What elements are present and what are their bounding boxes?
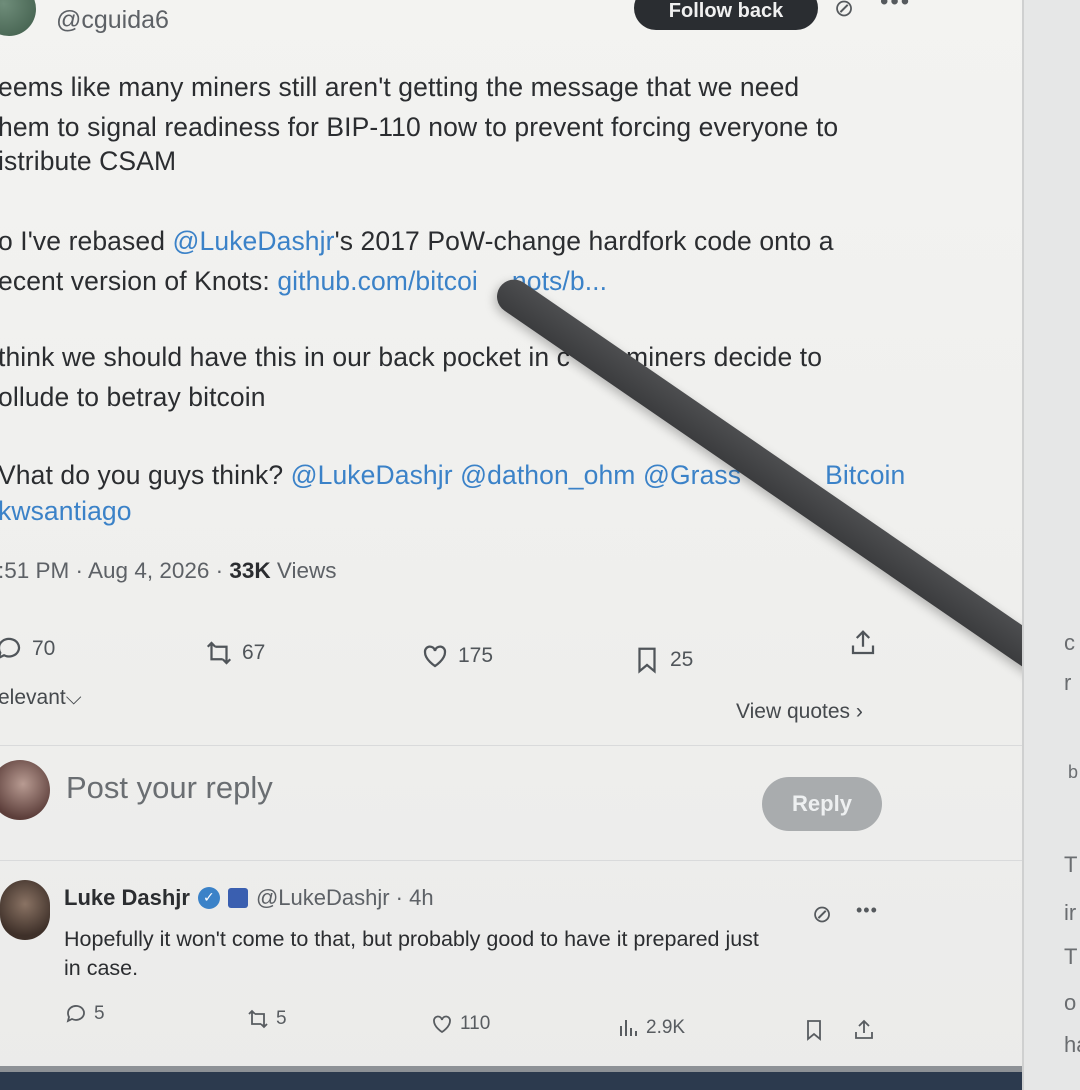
- reply-bookmark-action[interactable]: [802, 1018, 826, 1042]
- reply-author-row: Luke Dashjr @LukeDashjr · 4h: [64, 885, 434, 911]
- mention-link[interactable]: @LukeDashjr: [291, 460, 453, 490]
- bookmark-icon: [638, 647, 656, 674]
- author-handle[interactable]: @cguida6: [56, 6, 169, 35]
- reply-count: 70: [32, 637, 56, 660]
- panel-text: ir: [1064, 900, 1077, 925]
- share-icon: [851, 630, 875, 655]
- mention-link[interactable]: Bitcoin: [825, 460, 905, 490]
- like-action[interactable]: 175: [420, 641, 493, 671]
- reply-views-action[interactable]: 2.9K: [616, 1016, 685, 1040]
- reply-icon: [66, 1005, 85, 1023]
- panel-text: c: [1064, 630, 1075, 655]
- tweet-text: Vhat do you guys think?: [0, 460, 291, 490]
- bottom-bar: [0, 1066, 1062, 1090]
- reply-button[interactable]: Reply: [762, 777, 882, 831]
- heart-icon: [423, 645, 447, 668]
- reply-share-action[interactable]: [852, 1018, 876, 1042]
- panel-text: o: [1064, 990, 1077, 1015]
- current-user-avatar[interactable]: [0, 760, 50, 820]
- chevron-right-icon: ›: [855, 700, 863, 723]
- grok-icon[interactable]: ⊘: [812, 900, 832, 929]
- timestamp-text[interactable]: :51 PM · Aug 4, 2026 ·: [0, 558, 229, 583]
- divider: [0, 860, 1062, 861]
- repost-action[interactable]: 67: [204, 638, 265, 668]
- share-icon: [855, 1019, 873, 1039]
- reply-like-action[interactable]: 110: [430, 1012, 490, 1036]
- reply-author-handle[interactable]: @LukeDashjr · 4h: [256, 885, 434, 911]
- like-count: 175: [458, 644, 494, 667]
- reply-action[interactable]: 70: [0, 634, 55, 664]
- tweet-text: think we should have this in our back po…: [0, 342, 571, 372]
- view-quotes-label: View quotes: [736, 700, 851, 723]
- tweet-text-line: think we should have this in our back po…: [0, 342, 822, 373]
- sort-replies-dropdown[interactable]: elevant⌵: [0, 686, 82, 710]
- views-count: 33K: [229, 558, 271, 583]
- verified-badge-icon: [197, 887, 220, 909]
- tweet-text: 's 2017 PoW-change hardfork code onto a: [334, 226, 834, 256]
- view-quotes-link[interactable]: View quotes ›: [736, 700, 863, 724]
- github-link[interactable]: github.com/bitcoi: [277, 266, 478, 296]
- tweet-text-line: hem to signal readiness for BIP-110 now …: [0, 112, 839, 142]
- bookmark-count: 25: [670, 648, 694, 671]
- more-horizontal-icon[interactable]: •••: [880, 0, 911, 16]
- panel-text: T: [1064, 944, 1078, 969]
- tweet-detail-screen: @cguida6 Follow back ⊘ ••• eems like man…: [0, 0, 1062, 1090]
- tweet-text-line: istribute CSAM: [0, 146, 177, 176]
- adjacent-panel: c r b T ir T o ha: [1022, 0, 1080, 1090]
- reply-text-line: Hopefully it won't come to that, but pro…: [64, 927, 759, 951]
- like-count: 110: [460, 1013, 491, 1034]
- divider: [0, 745, 1062, 746]
- mention-link[interactable]: @dathon_ohm: [460, 460, 635, 490]
- reply-repost-action[interactable]: 5: [246, 1007, 287, 1031]
- mention-link[interactable]: @LukeDashjr: [173, 226, 335, 256]
- repost-count: 5: [276, 1008, 287, 1029]
- reply-icon: [0, 637, 21, 659]
- panel-text: T: [1064, 852, 1078, 877]
- repost-count: 67: [242, 641, 266, 664]
- more-horizontal-icon[interactable]: •••: [856, 900, 878, 921]
- reply-author-name[interactable]: Luke Dashjr: [64, 885, 190, 911]
- tweet-timestamp: :51 PM · Aug 4, 2026 · 33K Views: [0, 558, 337, 584]
- sort-label: elevant: [0, 686, 66, 709]
- grok-icon[interactable]: ⊘: [834, 0, 854, 23]
- panel-text: r: [1064, 670, 1072, 695]
- heart-icon: [433, 1015, 451, 1034]
- mention-link[interactable]: @Grass: [643, 460, 741, 490]
- bookmark-icon: [807, 1020, 821, 1041]
- author-avatar[interactable]: [0, 0, 36, 36]
- tweet-text-line: eems like many miners still aren't getti…: [0, 72, 800, 102]
- share-action[interactable]: [848, 628, 878, 658]
- reply-author-avatar[interactable]: [0, 880, 50, 940]
- panel-text: ha: [1064, 1032, 1080, 1057]
- reply-input[interactable]: Post your reply: [66, 770, 273, 806]
- reply-reply-action[interactable]: 5: [64, 1002, 105, 1026]
- tweet-text-line: kwsantiago: [0, 496, 132, 527]
- reply-count: 5: [94, 1003, 105, 1024]
- affiliation-badge-icon: [227, 888, 248, 908]
- tweet-text-line: ollude to betray bitcoin: [0, 382, 266, 412]
- reply-text: Hopefully it won't come to that, but pro…: [64, 925, 759, 983]
- follow-back-button[interactable]: Follow back: [634, 0, 818, 30]
- views-label: Views: [270, 558, 337, 583]
- repost-icon: [206, 641, 232, 665]
- tweet-text: o I've rebased: [0, 226, 173, 256]
- panel-text: b: [1068, 762, 1079, 782]
- views-chart-icon: [620, 1020, 637, 1036]
- tweet-text-line: o I've rebased @LukeDashjr's 2017 PoW-ch…: [0, 226, 834, 257]
- reply-text-line: in case.: [64, 956, 139, 980]
- mention-link[interactable]: kwsantiago: [0, 496, 132, 526]
- repost-icon: [248, 1009, 268, 1029]
- bookmark-action[interactable]: 25: [632, 645, 693, 675]
- tweet-text: miners decide to: [626, 342, 823, 372]
- tweet-text: ecent version of Knots:: [0, 266, 278, 296]
- chevron-down-icon: ⌵: [65, 686, 82, 709]
- views-count: 2.9K: [646, 1017, 686, 1038]
